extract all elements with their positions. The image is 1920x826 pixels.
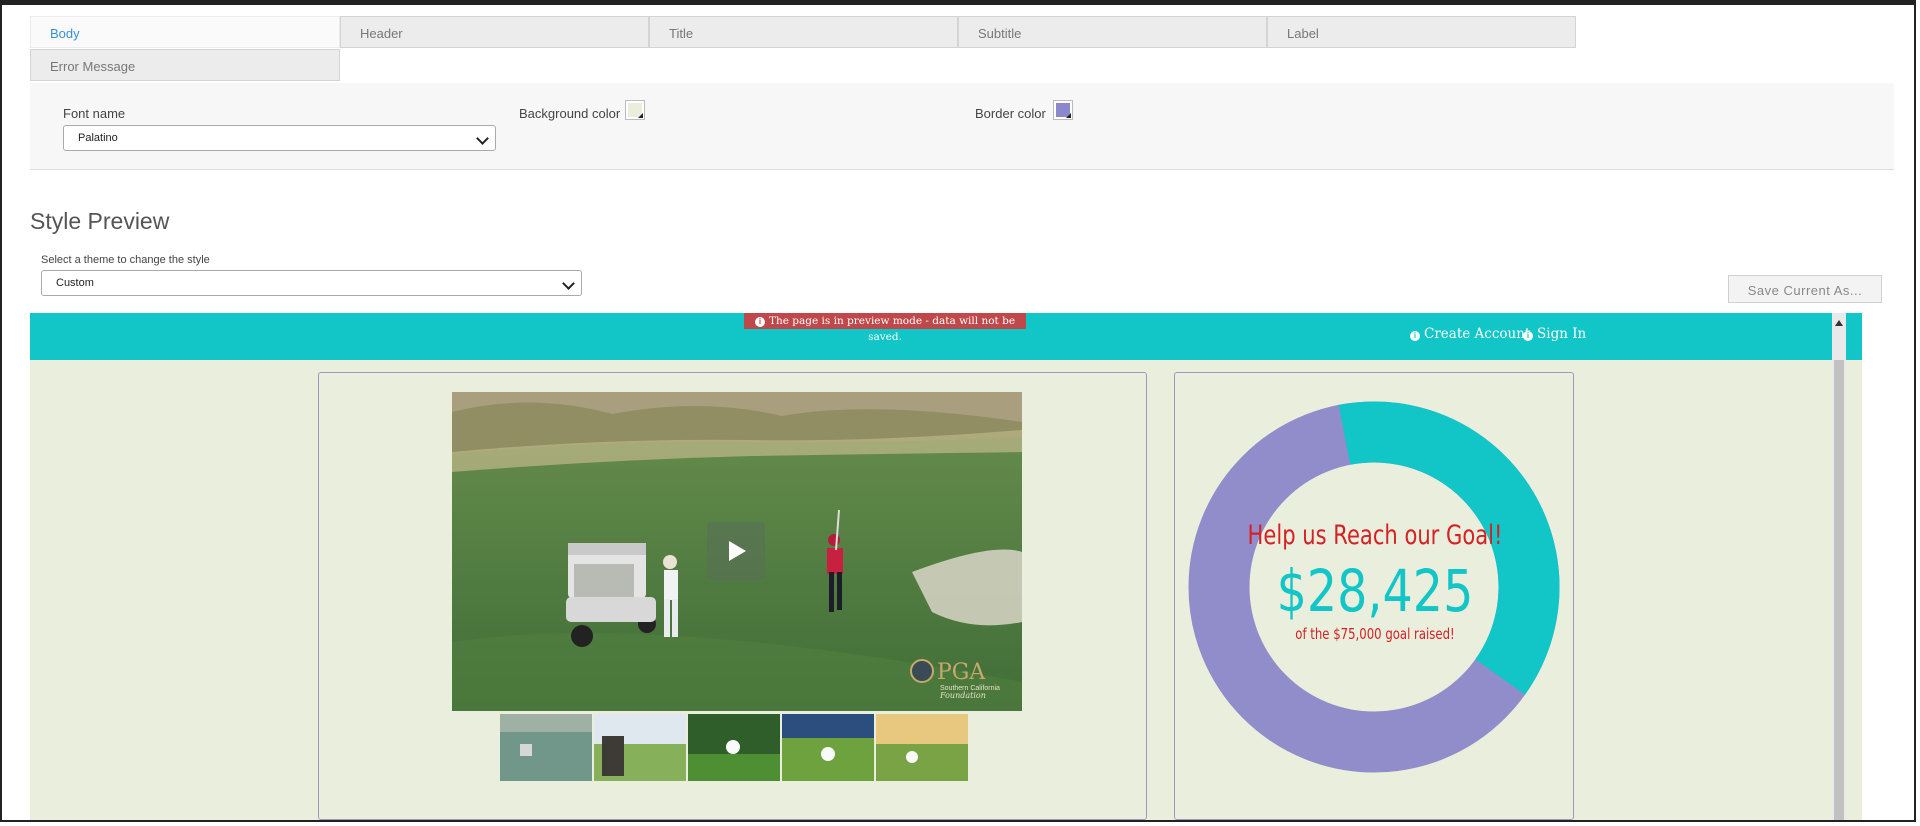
tab-title[interactable]: Title — [649, 16, 958, 48]
svg-text:Foundation: Foundation — [939, 691, 986, 699]
video-player[interactable]: PGA Southern California Foundation — [452, 392, 1022, 711]
body-settings-panel: Font name Palatino Background color Bord… — [30, 83, 1894, 170]
background-color-swatch[interactable] — [625, 100, 645, 120]
thumbnail-1[interactable] — [500, 714, 592, 781]
tab-header[interactable]: Header — [340, 16, 649, 48]
border-color-label: Border color — [975, 106, 1046, 121]
thumbnail-2[interactable] — [594, 714, 686, 781]
theme-select-label: Select a theme to change the style — [41, 254, 210, 266]
thumbnail-3[interactable] — [688, 714, 780, 781]
play-icon — [729, 541, 746, 561]
scroll-up-arrow-icon[interactable] — [1835, 320, 1843, 326]
info-icon: i — [1410, 331, 1420, 341]
sign-in-label: Sign In — [1537, 326, 1587, 342]
preview-mode-notice-text: The page is in preview mode - data will … — [768, 315, 1016, 343]
media-card: PGA Southern California Foundation — [318, 372, 1147, 820]
fundraising-goal-card: Help us Reach our Goal! $28,425 of the $… — [1174, 372, 1574, 820]
preview-mode-notice: i The page is in preview mode - data will… — [744, 313, 1026, 343]
tab-body[interactable]: Body — [30, 16, 340, 48]
style-preview-frame: i The page is in preview mode - data will… — [30, 313, 1862, 822]
info-icon: i — [754, 317, 765, 327]
border-color-swatch[interactable] — [1053, 100, 1073, 120]
tab-label[interactable]: Label — [1267, 16, 1576, 48]
preview-header-bar: i The page is in preview mode - data will… — [30, 313, 1862, 360]
sign-in-link[interactable]: i Sign In — [1523, 326, 1586, 342]
thumbnail-5[interactable] — [876, 714, 968, 781]
dropdown-corner-icon — [1066, 113, 1071, 118]
font-name-select[interactable]: Palatino — [63, 125, 496, 151]
font-name-label: Font name — [63, 106, 126, 121]
style-preview-heading: Style Preview — [30, 208, 170, 234]
chevron-down-icon — [476, 132, 489, 145]
theme-select-value: Custom — [56, 277, 94, 289]
chevron-down-icon — [562, 277, 575, 290]
tab-subtitle[interactable]: Subtitle — [958, 16, 1267, 48]
goal-subtitle: of the $75,000 goal raised! — [1295, 625, 1455, 643]
tab-error-message[interactable]: Error Message — [30, 49, 340, 81]
play-button[interactable] — [707, 522, 765, 580]
save-current-as-button[interactable]: Save Current As... — [1728, 275, 1882, 303]
font-name-value: Palatino — [78, 132, 118, 144]
info-icon: i — [1523, 331, 1533, 341]
goal-raised-amount: $28,425 — [1276, 557, 1474, 625]
create-account-label: Create Account — [1424, 326, 1531, 342]
create-account-link[interactable]: i Create Account — [1410, 326, 1530, 342]
thumbnail-4[interactable] — [782, 714, 874, 781]
dropdown-corner-icon — [638, 113, 643, 118]
pga-foundation-logo: PGA Southern California Foundation — [910, 657, 1008, 700]
background-color-label: Background color — [519, 106, 621, 121]
preview-scrollbar-thumb[interactable] — [1834, 360, 1844, 822]
goal-title: Help us Reach our Goal! — [1247, 520, 1503, 551]
theme-select[interactable]: Custom — [41, 270, 582, 296]
svg-text:PGA: PGA — [937, 660, 986, 685]
